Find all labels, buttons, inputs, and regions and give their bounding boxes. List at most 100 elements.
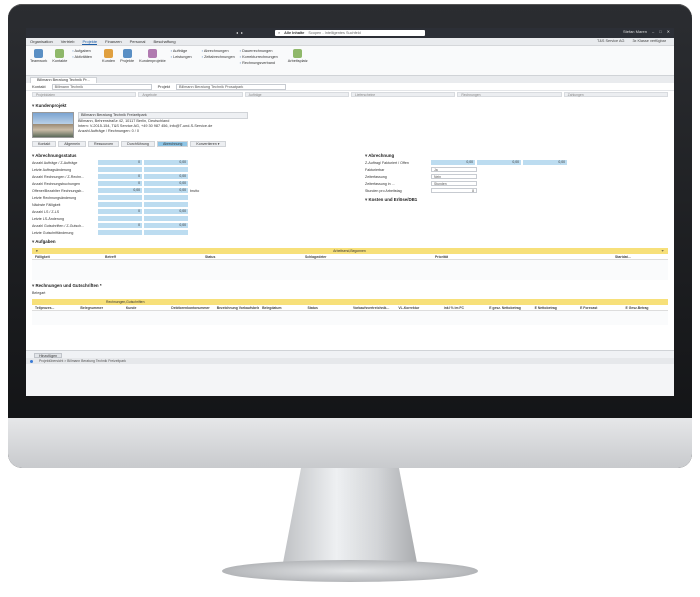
status-row-value-2[interactable]: 0,00: [144, 188, 188, 193]
aktivitaeten-button[interactable]: Aktivitäten: [72, 55, 93, 59]
status-row-value-1[interactable]: 0: [98, 160, 142, 165]
tab-allgemein[interactable]: Allgemein: [58, 141, 86, 147]
col-status[interactable]: Status: [202, 255, 302, 259]
tab-ressourcen[interactable]: Ressourcen: [87, 141, 120, 147]
status-row-value-1[interactable]: [98, 195, 142, 200]
status-row-value-1[interactable]: [98, 167, 142, 172]
step-auftraege[interactable]: Aufträge: [244, 92, 349, 97]
status-row-value-2[interactable]: 0,00: [144, 174, 188, 179]
teamwork-button[interactable]: Teamwork: [30, 49, 47, 63]
status-row-value-2[interactable]: [144, 216, 188, 221]
zeitabrechnungen-button[interactable]: Zeitabrechnungen: [202, 55, 235, 59]
forward-icon[interactable]: ▸: [241, 30, 243, 35]
project-name[interactable]: Billmann Beratung Technik Freizeitpark: [78, 112, 248, 119]
rechnungen-col[interactable]: Status: [305, 306, 350, 310]
projekte-button[interactable]: Projekte: [120, 49, 134, 63]
status-row-value-2[interactable]: 0,00: [144, 209, 188, 214]
zeiterfassung-select[interactable]: Nein: [431, 174, 477, 179]
status-row-value-2[interactable]: [144, 195, 188, 200]
dauerrechnungen-button[interactable]: Dauerrechnungen: [240, 49, 278, 53]
projekt-field[interactable]: Billmann Beratung Technik Prosatpark: [176, 83, 287, 90]
status-row-value-1[interactable]: [98, 216, 142, 221]
menu-vertrieb[interactable]: Vertrieb: [61, 39, 75, 44]
tab-konvertieren[interactable]: Konvertieren ▾: [190, 141, 226, 147]
rechnungen-col[interactable]: Teilprozes...: [32, 306, 77, 310]
rechnungen-col[interactable]: Vorkaufsvertreichnik...: [350, 306, 395, 310]
back-icon[interactable]: ◂: [236, 30, 238, 35]
col-prioritaet[interactable]: Priorität: [432, 255, 612, 259]
funnel-icon[interactable]: ⏷: [661, 249, 664, 253]
user-name[interactable]: Stefan Maren: [623, 29, 647, 34]
kontakt-field[interactable]: Billmann Technik: [51, 83, 152, 90]
close-icon[interactable]: ✕: [667, 29, 670, 34]
rechnungen-col[interactable]: E Gesz.Betrag: [622, 306, 667, 310]
status-row-value-2[interactable]: 0,00: [144, 223, 188, 228]
rechnungen-col[interactable]: inkl % im FC: [441, 306, 486, 310]
korrekturrechnungen-button[interactable]: Korrekturrechnungen: [240, 55, 278, 59]
kundenprojekte-button[interactable]: Kundenprojekte: [139, 49, 166, 63]
aufgaben-heading[interactable]: Aufgaben: [32, 239, 668, 245]
kunden-button[interactable]: Kunden: [102, 49, 115, 63]
kosten-heading[interactable]: Kosten und Erlöse/DB1: [365, 197, 668, 203]
status-row-value-2[interactable]: [144, 167, 188, 172]
maximize-icon[interactable]: □: [659, 29, 661, 34]
step-rechnungen[interactable]: Rechnungen: [457, 92, 562, 97]
rechnungen-col[interactable]: E Forecast: [577, 306, 622, 310]
auftraege-button[interactable]: Aufträge: [171, 49, 192, 53]
status-row-value-2[interactable]: 0,00: [144, 181, 188, 186]
kundenprojekt-heading[interactable]: Kundenprojekt: [32, 103, 668, 109]
document-tab-active[interactable]: Billmann Beratung Technik Pr...: [30, 77, 97, 83]
status-row-value-1[interactable]: 0: [98, 181, 142, 186]
step-angebote[interactable]: Angebote: [138, 92, 243, 97]
rechnungen-col[interactable]: Belegdatum: [259, 306, 304, 310]
menu-organisation[interactable]: Organisation: [30, 39, 53, 44]
menu-projekte[interactable]: Projekte: [82, 39, 98, 45]
rechnungen-col[interactable]: Bezeichnung Vorkaufsbeleg: [214, 306, 259, 310]
step-zahlungen[interactable]: Zahlungen: [563, 92, 668, 97]
status-row-value-1[interactable]: [98, 230, 142, 235]
status-row-value-1[interactable]: 0,00: [98, 188, 142, 193]
arbeitsplatz-button[interactable]: Arbeitsplatz: [288, 49, 308, 63]
abrechnungen-button[interactable]: Abrechnungen: [202, 49, 235, 53]
zeiterfassung-einheit-select[interactable]: Stunden: [431, 181, 477, 186]
col-faelligkeit[interactable]: Fälligkeit: [32, 255, 102, 259]
status-row-value-2[interactable]: 0,00: [144, 160, 188, 165]
col-startdatum[interactable]: Startdat...: [612, 255, 652, 259]
rechnungen-col[interactable]: Debitorenkontonummer: [168, 306, 213, 310]
aufgaben-button[interactable]: Aufgaben: [72, 49, 92, 53]
search-scope[interactable]: Alle Inhalte: [284, 31, 304, 35]
status-row-value-1[interactable]: 0: [98, 223, 142, 228]
belegart-filter[interactable]: Rechnungen,Gutschriften: [106, 300, 144, 304]
global-search[interactable]: ⌕ Alle Inhalte Scopen - Intelligentes Su…: [275, 30, 425, 36]
breadcrumb[interactable]: Projektübersicht > Billmann Beratung Tec…: [39, 359, 126, 363]
step-lieferscheine[interactable]: Lieferscheine: [350, 92, 456, 97]
step-projektdaten[interactable]: Projektdaten: [32, 92, 137, 97]
menu-personal[interactable]: Personal: [130, 39, 146, 44]
kontakte-button[interactable]: Kontakte: [52, 49, 67, 63]
aufgaben-filter[interactable]: Arbeitsend,Begonnen: [333, 249, 366, 253]
rechnungen-col[interactable]: Belegnummer: [77, 306, 122, 310]
stunden-input[interactable]: 8: [431, 188, 477, 193]
rechnungen-col[interactable]: E gesz. Nettobetrag: [486, 306, 531, 310]
tab-abrechnung[interactable]: Abrechnung: [156, 141, 189, 147]
company-name[interactable]: T&S Service AG: [597, 39, 624, 43]
rechnungen-col[interactable]: VL-Korrektur: [395, 306, 440, 310]
status-row-value-1[interactable]: 0: [98, 209, 142, 214]
search-input[interactable]: Scopen - Intelligentes Suchfeld: [308, 31, 360, 35]
z-auftrag-value[interactable]: 0,00: [431, 160, 475, 165]
filter-icon[interactable]: ▾: [36, 249, 38, 253]
col-betreff[interactable]: Betreff: [102, 255, 202, 259]
rechnungsverband-button[interactable]: Rechnungsverband: [240, 61, 278, 65]
status-row-value-2[interactable]: [144, 230, 188, 235]
rechnungen-col[interactable]: E Nettobetrag: [532, 306, 577, 310]
leistungen-button[interactable]: Leistungen: [171, 55, 192, 59]
menu-finanzen[interactable]: Finanzen: [105, 39, 121, 44]
status-row-value-2[interactable]: [144, 202, 188, 207]
tab-kontakt[interactable]: Kontakt: [32, 141, 57, 147]
rechnungen-col[interactable]: Kunde: [123, 306, 168, 310]
offen-value[interactable]: 0,00: [523, 160, 567, 165]
status-row-value-1[interactable]: [98, 202, 142, 207]
minimize-icon[interactable]: –: [652, 29, 654, 34]
status-row-value-1[interactable]: 0: [98, 174, 142, 179]
fakturiert-value[interactable]: 0,00: [477, 160, 521, 165]
